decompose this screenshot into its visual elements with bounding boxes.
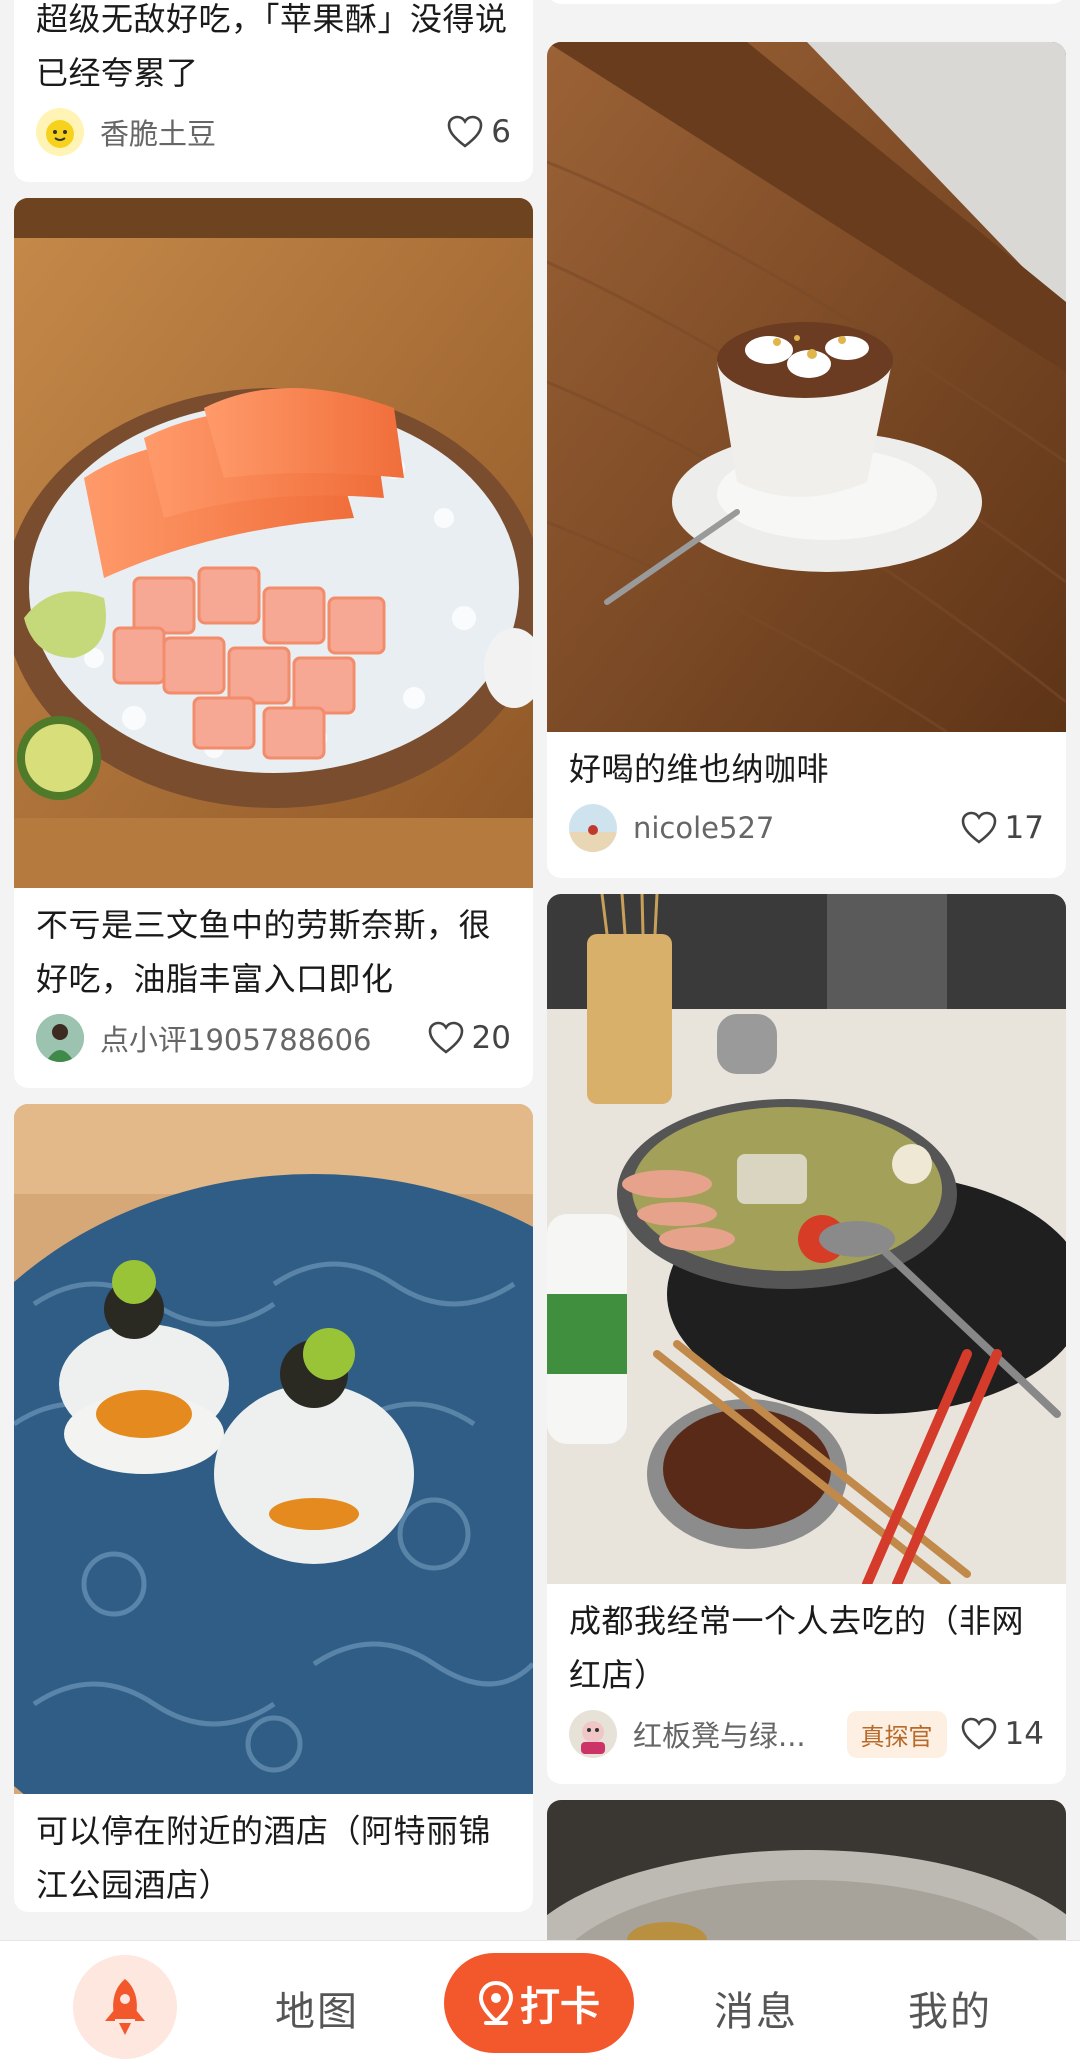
- tab-map[interactable]: 地图: [275, 1979, 359, 2037]
- post-card[interactable]: 可以停在附近的酒店（阿特丽锦江公园酒店）: [14, 1104, 533, 1912]
- author-name[interactable]: 香脆土豆: [100, 111, 447, 153]
- post-card[interactable]: 好喝的维也纳咖啡 nicole527 17: [547, 42, 1066, 878]
- post-image-vienna-coffee: [547, 42, 1066, 732]
- author-name[interactable]: nicole527: [633, 811, 961, 845]
- avatar[interactable]: [569, 1710, 617, 1758]
- post-image-caviar-dish: [14, 1104, 533, 1794]
- like-count: 6: [491, 114, 511, 150]
- post-title: 可以停在附近的酒店（阿特丽锦江公园酒店）: [36, 1812, 492, 1904]
- post-meta: 香脆土豆 6: [14, 100, 533, 182]
- avatar[interactable]: [569, 804, 617, 852]
- heart-icon: [961, 811, 996, 844]
- like-button[interactable]: 20: [428, 1020, 511, 1056]
- like-count: 17: [1004, 810, 1044, 846]
- heart-icon: [428, 1021, 463, 1054]
- post-title: 好喝的维也纳咖啡: [569, 750, 830, 788]
- feed-column-right: 好喝的维也纳咖啡 nicole527 17 成都我经常一个人去吃的（非网红店） …: [547, 0, 1066, 1940]
- post-card[interactable]: 不亏是三文鱼中的劳斯奈斯，很好吃，油脂丰富入口即化 点小评1905788606 …: [14, 198, 533, 1088]
- post-card[interactable]: 超级无敌好吃，「苹果酥」没得说已经夸累了 香脆土豆 6: [14, 0, 533, 182]
- checkin-label: 打卡: [520, 1984, 600, 2030]
- like-count: 20: [471, 1020, 511, 1056]
- like-button[interactable]: 17: [961, 810, 1044, 846]
- waterfall-feed: 超级无敌好吃，「苹果酥」没得说已经夸累了 香脆土豆 6 不亏是三文鱼中的劳斯奈斯…: [0, 0, 1080, 1940]
- author-name[interactable]: 红板凳与绿...: [633, 1713, 847, 1755]
- post-title: 成都我经常一个人去吃的（非网红店）: [569, 1602, 1025, 1694]
- like-count: 14: [1004, 1716, 1044, 1752]
- author-name[interactable]: 点小评1905788606: [100, 1017, 428, 1059]
- post-meta: 红板凳与绿... 真探官 14: [547, 1702, 1066, 1784]
- post-card-partial[interactable]: [547, 0, 1066, 4]
- post-meta: 点小评1905788606 20: [14, 1006, 533, 1088]
- location-pin-icon: [478, 1981, 514, 2025]
- heart-icon: [961, 1717, 996, 1750]
- post-title: 不亏是三文鱼中的劳斯奈斯，很好吃，油脂丰富入口即化: [36, 906, 492, 998]
- bottom-tab-bar: 地图 打卡 消息 我的: [0, 1940, 1080, 2072]
- like-button[interactable]: 14: [961, 1716, 1044, 1752]
- detective-badge: 真探官: [846, 1710, 947, 1758]
- post-card[interactable]: 成都我经常一个人去吃的（非网红店） 红板凳与绿... 真探官 14: [547, 894, 1066, 1784]
- rocket-icon: [105, 1979, 145, 2035]
- feed-column-left: 超级无敌好吃，「苹果酥」没得说已经夸累了 香脆土豆 6 不亏是三文鱼中的劳斯奈斯…: [14, 0, 533, 1928]
- like-button[interactable]: 6: [447, 114, 511, 150]
- post-meta: nicole527 17: [547, 796, 1066, 878]
- post-card[interactable]: [547, 1800, 1066, 1940]
- checkin-button[interactable]: 打卡: [444, 1953, 634, 2053]
- tab-mine[interactable]: 我的: [908, 1979, 992, 2037]
- tab-messages[interactable]: 消息: [714, 1979, 798, 2037]
- post-image-salmon-sashimi: [14, 198, 533, 888]
- post-image-partial: [547, 1800, 1066, 1940]
- post-title: 超级无敌好吃，「苹果酥」没得说已经夸累了: [36, 0, 508, 92]
- avatar[interactable]: [36, 108, 84, 156]
- post-image-hotpot: [547, 894, 1066, 1584]
- heart-icon: [447, 115, 483, 148]
- avatar[interactable]: [36, 1014, 84, 1062]
- tab-home[interactable]: [73, 1955, 177, 2059]
